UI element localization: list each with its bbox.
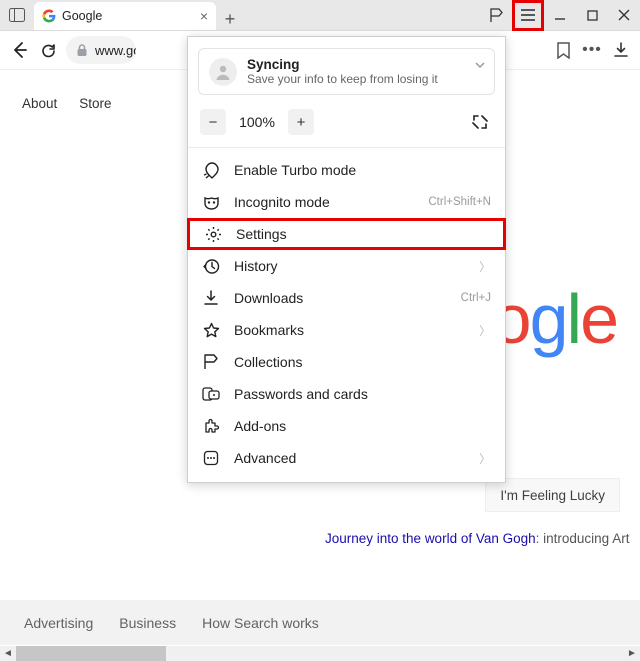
promo-text: Journey into the world of Van Gogh: intr…: [325, 531, 629, 546]
menu-item-label: Downloads: [234, 290, 303, 306]
chevron-right-icon: 〉: [479, 450, 491, 467]
zoom-in-button[interactable]: +: [288, 109, 314, 135]
sync-title: Syncing: [247, 57, 438, 72]
lock-icon: [76, 44, 88, 57]
star-icon: [202, 321, 220, 339]
menu-item-settings[interactable]: Settings: [187, 218, 506, 250]
menu-item-incognito-mode[interactable]: Incognito mode Ctrl+Shift+N: [188, 186, 505, 218]
google-logo: ogle: [493, 279, 617, 359]
flag-icon: [202, 353, 220, 371]
more-icon[interactable]: •••: [581, 39, 603, 61]
window-minimize-button[interactable]: [544, 0, 576, 31]
back-button[interactable]: [8, 39, 30, 61]
shortcut-hint: Ctrl+J: [461, 292, 491, 304]
chevron-right-icon: 〉: [479, 258, 491, 275]
sidebar-toggle-icon[interactable]: [6, 4, 28, 26]
menu-item-downloads[interactable]: Downloads Ctrl+J: [188, 282, 505, 314]
scroll-left-icon[interactable]: ◄: [0, 646, 16, 661]
browser-tab[interactable]: Google ×: [34, 2, 216, 30]
menu-item-label: Enable Turbo mode: [234, 162, 356, 178]
main-menu: Syncing Save your info to keep from losi…: [187, 36, 506, 483]
avatar-icon: [209, 58, 237, 86]
reload-button[interactable]: [37, 39, 59, 61]
window-close-button[interactable]: [608, 0, 640, 31]
window-maximize-button[interactable]: [576, 0, 608, 31]
rocket-icon: [202, 161, 220, 179]
scroll-right-icon[interactable]: ►: [624, 646, 640, 661]
menu-item-add-ons[interactable]: Add-ons: [188, 410, 505, 442]
horizontal-scrollbar[interactable]: ◄ ►: [0, 646, 640, 661]
menu-item-bookmarks[interactable]: Bookmarks 〉: [188, 314, 505, 346]
nav-about[interactable]: About: [22, 96, 57, 111]
shortcut-hint: Ctrl+Shift+N: [428, 196, 491, 208]
footer-business[interactable]: Business: [119, 615, 176, 631]
footer-how[interactable]: How Search works: [202, 615, 319, 631]
fullscreen-button[interactable]: [467, 109, 493, 135]
titlebar: Google × +: [0, 0, 640, 31]
chevron-down-icon: [474, 59, 486, 71]
tab-title: Google: [62, 9, 194, 23]
chevron-right-icon: 〉: [479, 322, 491, 339]
hamburger-menu-button[interactable]: [512, 0, 544, 31]
puzzle-icon: [202, 417, 220, 435]
menu-item-label: Bookmarks: [234, 322, 304, 338]
menu-item-label: Incognito mode: [234, 194, 330, 210]
scrollbar-thumb[interactable]: [16, 646, 166, 661]
menu-item-advanced[interactable]: Advanced 〉: [188, 442, 505, 474]
menu-item-enable-turbo-mode[interactable]: Enable Turbo mode: [188, 154, 505, 186]
zoom-controls: − 100% +: [188, 103, 505, 141]
sync-subtitle: Save your info to keep from losing it: [247, 72, 438, 86]
menu-item-passwords-and-cards[interactable]: Passwords and cards: [188, 378, 505, 410]
address-bar[interactable]: www.google.com: [66, 36, 136, 64]
bookmark-icon[interactable]: [552, 39, 574, 61]
menu-item-label: Advanced: [234, 450, 296, 466]
footer-advertising[interactable]: Advertising: [24, 615, 93, 631]
zoom-value: 100%: [236, 114, 278, 130]
menu-item-label: Settings: [236, 226, 287, 242]
mask-icon: [202, 193, 220, 211]
url-text: www.google.com: [95, 43, 136, 58]
key-icon: [202, 385, 220, 403]
dots-icon: [202, 449, 220, 467]
sync-card[interactable]: Syncing Save your info to keep from losi…: [198, 48, 495, 95]
downloads-icon[interactable]: [610, 39, 632, 61]
menu-item-collections[interactable]: Collections: [188, 346, 505, 378]
feeling-lucky-button[interactable]: I'm Feeling Lucky: [485, 478, 620, 512]
menu-item-label: Collections: [234, 354, 302, 370]
collections-flag-icon[interactable]: [480, 0, 512, 31]
zoom-out-button[interactable]: −: [200, 109, 226, 135]
promo-link[interactable]: Journey into the world of Van Gogh: [325, 531, 536, 546]
menu-item-label: History: [234, 258, 278, 274]
new-tab-button[interactable]: +: [216, 9, 244, 30]
gear-icon: [204, 225, 222, 243]
download-icon: [202, 289, 220, 307]
tab-close-icon[interactable]: ×: [200, 8, 208, 24]
menu-item-label: Passwords and cards: [234, 386, 368, 402]
history-icon: [202, 257, 220, 275]
google-favicon: [42, 9, 56, 23]
menu-item-history[interactable]: History 〉: [188, 250, 505, 282]
nav-store[interactable]: Store: [79, 96, 111, 111]
menu-item-label: Add-ons: [234, 418, 286, 434]
page-footer: Advertising Business How Search works: [0, 600, 640, 645]
